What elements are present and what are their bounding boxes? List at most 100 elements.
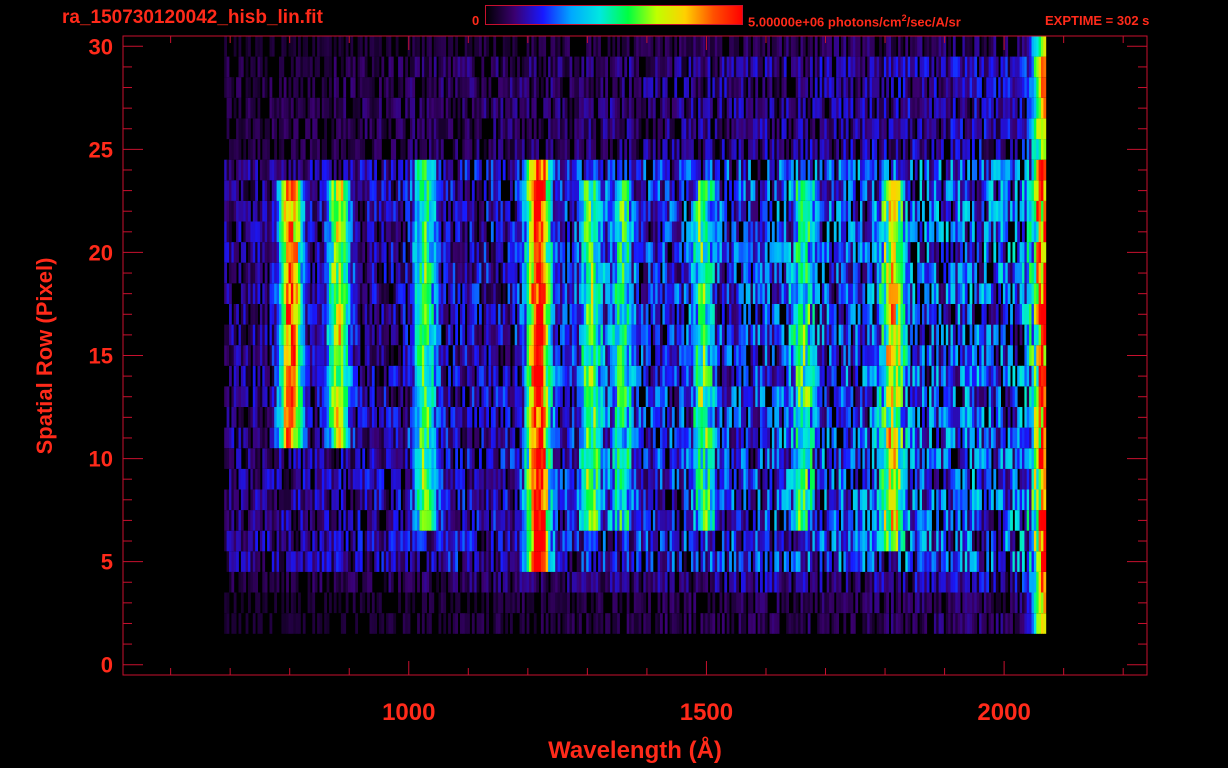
heatmap-cell [867, 365, 870, 387]
heatmap-cell [741, 448, 744, 469]
heatmap-cell [702, 386, 706, 407]
heatmap-cell [721, 324, 725, 346]
heatmap-cell [483, 427, 487, 449]
heatmap-cell [795, 345, 799, 366]
heatmap-cell [433, 427, 437, 449]
heatmap-cell [293, 262, 297, 284]
heatmap-cell [936, 571, 939, 593]
heatmap-cell [252, 551, 256, 572]
heatmap-cell [864, 489, 868, 511]
heatmap-cell [590, 427, 594, 449]
heatmap-cell [800, 345, 804, 366]
heatmap-cell [671, 571, 675, 593]
heatmap-cell [774, 324, 778, 346]
heatmap-cell [814, 407, 818, 428]
heatmap-cell [900, 510, 904, 531]
heatmap-cell [824, 386, 828, 407]
heatmap-cell [233, 530, 237, 552]
heatmap-cell [862, 530, 866, 552]
heatmap-cell [967, 468, 970, 490]
heatmap-cell [871, 324, 875, 346]
heatmap-cell [776, 283, 780, 304]
heatmap-cell [1010, 324, 1013, 346]
heatmap-cell [374, 345, 377, 366]
heatmap-cell [564, 345, 568, 366]
heatmap-cell [393, 613, 397, 634]
heatmap-cell [498, 324, 501, 346]
heatmap-cell [945, 468, 949, 490]
heatmap-cell [517, 283, 520, 304]
heatmap-cell [810, 427, 813, 449]
heatmap-cell [824, 613, 828, 634]
heatmap-cell [571, 365, 575, 387]
heatmap-cell [871, 510, 875, 531]
heatmap-cell [233, 386, 237, 407]
heatmap-cell [529, 427, 532, 449]
heatmap-cell [719, 283, 723, 304]
heatmap-cell [412, 365, 416, 387]
heatmap-cell [457, 407, 461, 428]
heatmap-cell [698, 448, 701, 469]
heatmap-cell [426, 407, 430, 428]
heatmap-cell [321, 262, 325, 284]
heatmap-cell [929, 530, 932, 552]
heatmap-cell [867, 468, 870, 490]
heatmap-cell [636, 283, 639, 304]
heatmap-cell [560, 468, 563, 490]
heatmap-cell [238, 530, 242, 552]
heatmap-cell [1005, 448, 1009, 469]
heatmap-cell [1007, 530, 1011, 552]
heatmap-cell [871, 448, 875, 469]
heatmap-cell [1017, 551, 1020, 572]
heatmap-cell [545, 613, 549, 634]
heatmap-cell [926, 407, 930, 428]
heatmap-cell [886, 324, 889, 346]
heatmap-cell [586, 448, 589, 469]
heatmap-cell [455, 283, 458, 304]
heatmap-cell [521, 489, 525, 511]
heatmap-cell [595, 468, 599, 490]
heatmap-cell [788, 304, 792, 325]
heatmap-cell [610, 448, 613, 469]
heatmap-cell [764, 489, 768, 511]
heatmap-cell [862, 365, 866, 387]
heatmap-cell [898, 283, 901, 304]
heatmap-cell [795, 427, 799, 449]
heatmap-cell [750, 386, 754, 407]
heatmap-cell [1002, 407, 1006, 428]
heatmap-cell [236, 448, 239, 469]
heatmap-cell [379, 324, 382, 346]
heatmap-cell [898, 365, 901, 387]
heatmap-cell [579, 304, 582, 325]
heatmap-cell [407, 489, 411, 511]
heatmap-cell [548, 407, 551, 428]
heatmap-cell [317, 613, 320, 634]
heatmap-cell [757, 324, 761, 346]
heatmap-cell [362, 571, 366, 593]
heatmap-cell [555, 448, 558, 469]
heatmap-cell [1007, 283, 1011, 304]
heatmap-cell [969, 304, 973, 325]
heatmap-cell [786, 571, 789, 593]
heatmap-cell [643, 530, 647, 552]
heatmap-cell [783, 386, 787, 407]
heatmap-cell [331, 345, 335, 366]
heatmap-cell [817, 427, 820, 449]
heatmap-cell [555, 365, 558, 387]
heatmap-cell [355, 324, 358, 346]
heatmap-cell [731, 427, 735, 449]
heatmap-cell [379, 262, 382, 284]
heatmap-cell [612, 571, 616, 593]
heatmap-cell [645, 304, 649, 325]
heatmap-cell [412, 571, 416, 593]
heatmap-cell [762, 407, 766, 428]
heatmap-cell [610, 365, 613, 387]
heatmap-cell [610, 427, 613, 449]
heatmap-cell [707, 592, 711, 614]
heatmap-cell [355, 283, 358, 304]
heatmap-cell [329, 592, 332, 614]
heatmap-cell [993, 468, 997, 490]
heatmap-cell [741, 468, 744, 490]
heatmap-cell [743, 613, 747, 634]
heatmap-cell [1014, 427, 1018, 449]
